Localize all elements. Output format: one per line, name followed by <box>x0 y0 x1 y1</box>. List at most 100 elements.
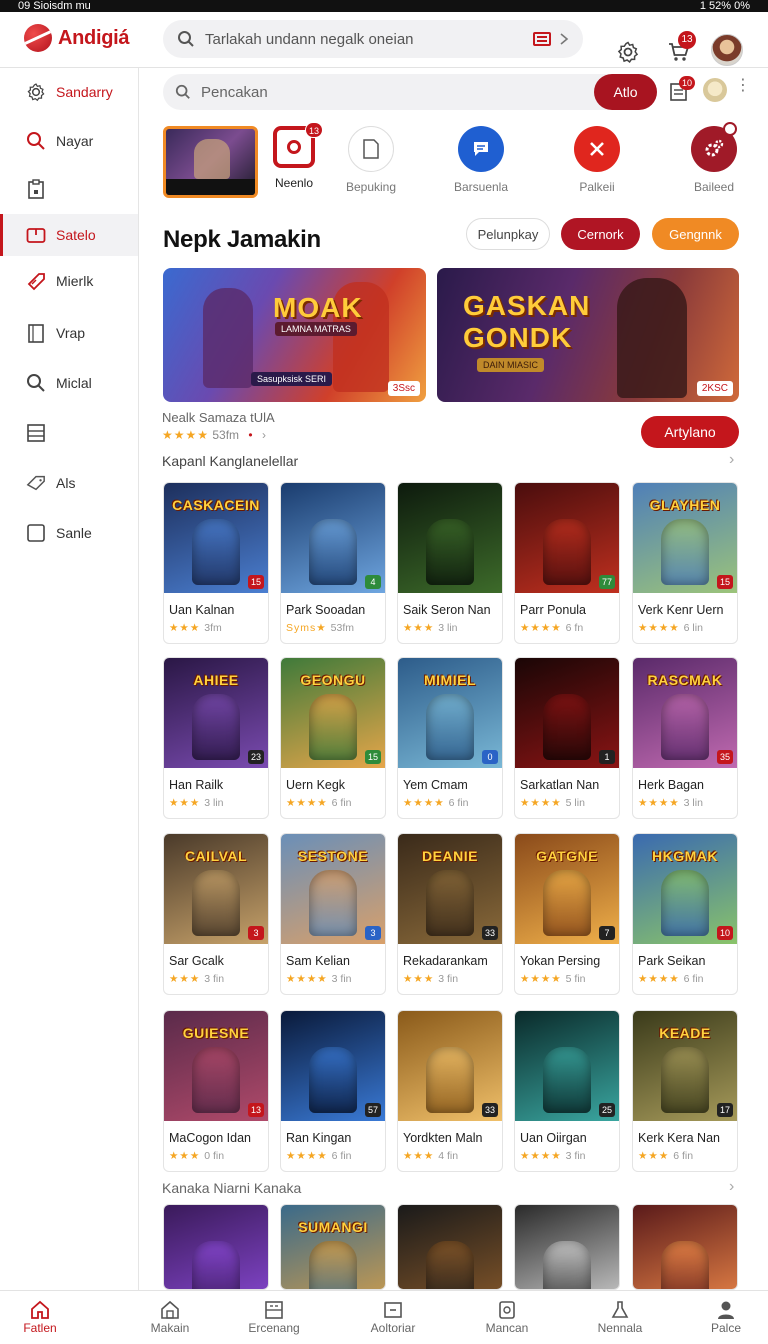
game-card[interactable]: RASCMAK 35 Herk Bagan ★★★★ 3 lin <box>632 657 738 819</box>
game-card[interactable]: CAILVAL 3 Sar Gcalk ★★★ 3 fin <box>163 833 269 995</box>
game-badge: 25 <box>599 1103 615 1117</box>
row-header-1[interactable]: Kapanl Kanglanelellar <box>162 453 298 469</box>
top-search-input[interactable]: Tarlakah undann negalk oneian <box>205 31 533 48</box>
quick-action-bepuking[interactable]: Bepuking <box>324 126 418 194</box>
game-rating: ★★★ 4 fin <box>403 1150 458 1162</box>
game-card[interactable]: 57 Ran Kingan ★★★★ 6 fin <box>280 1010 386 1172</box>
game-card[interactable]: DEANIE 33 Rekadarankam ★★★ 3 fin <box>397 833 503 995</box>
game-name: Park Sooadan <box>286 603 366 617</box>
game-name: Sam Kelian <box>286 954 350 968</box>
nav-item-aoltoriar[interactable]: Aoltoriar <box>353 1291 433 1344</box>
quick-action-label: Bepuking <box>345 180 397 194</box>
nav-item-fatlen[interactable]: Fatlen <box>0 1291 80 1344</box>
top-search-bar[interactable]: Tarlakah undann negalk oneian <box>163 20 583 58</box>
rating-meta: 6 fin <box>331 1150 352 1162</box>
profile-mini-avatar[interactable] <box>703 78 727 102</box>
game-card[interactable]: SUMANGI <box>280 1204 386 1290</box>
nav-item-makain[interactable]: Makain <box>130 1291 210 1344</box>
quick-action-palkeii[interactable]: Palkeii <box>550 126 644 194</box>
secondary-search-bar[interactable]: Pencakan <box>163 74 657 110</box>
banner-1[interactable]: MOAK LAMNA MATRAS Sasupksisk SERI 3Ssc <box>163 268 426 402</box>
game-card[interactable]: 1 Sarkatlan Nan ★★★★ 5 lin <box>514 657 620 819</box>
chevron-right-icon[interactable]: › <box>729 1178 734 1196</box>
rating-stars: ★★★★ <box>286 973 328 985</box>
game-card[interactable]: 33 Yordkten Maln ★★★ 4 fin <box>397 1010 503 1172</box>
game-cover-title: SUMANGI <box>298 1219 368 1235</box>
sidebar-item-label: Satelo <box>56 227 96 243</box>
sidebar-item-list[interactable] <box>0 412 138 454</box>
character-art <box>426 694 474 760</box>
sidebar-item-mierlk[interactable]: Mierlk <box>0 260 138 302</box>
nav-item-mancan[interactable]: Mancan <box>467 1291 547 1344</box>
filter-pill-1[interactable]: Pelunpkay <box>466 218 550 250</box>
sidebar-item-nayar[interactable]: Nayar <box>0 120 138 162</box>
chevron-right-icon[interactable]: › <box>729 451 734 469</box>
inbox-button[interactable]: 10 <box>669 76 696 107</box>
store-icon <box>130 1299 210 1321</box>
game-rating: ★★★ 3 fin <box>403 973 458 985</box>
sidebar-item-sandarry[interactable]: Sandarry <box>0 71 138 113</box>
rating-stars: ★★★ <box>403 973 435 985</box>
sidebar-item-satelo[interactable]: Satelo <box>0 214 138 256</box>
nav-item-palce[interactable]: Palce <box>686 1291 766 1344</box>
filter-pill-2[interactable]: Cernork <box>561 218 640 250</box>
sidebar-item-miclal[interactable]: Miclal <box>0 362 138 404</box>
chevron-right-icon[interactable] <box>559 32 569 46</box>
game-card[interactable] <box>632 1204 738 1290</box>
game-cover-title: KEADE <box>659 1025 711 1041</box>
cart-button[interactable]: 13 <box>664 31 696 67</box>
status-indicators: 1 52% 0% <box>699 0 750 12</box>
game-badge: 15 <box>717 575 733 589</box>
game-card[interactable]: 25 Uan Oiirgan ★★★★ 3 fin <box>514 1010 620 1172</box>
character-art <box>543 1047 591 1113</box>
app-logo[interactable]: Andigiá <box>24 24 130 52</box>
quick-action-barsuenla[interactable]: Barsuenla <box>434 126 528 194</box>
game-card[interactable] <box>397 1204 503 1290</box>
tag-icon <box>26 271 46 291</box>
featured-action-button[interactable]: Artylano <box>641 416 739 448</box>
nav-item-nennala[interactable]: Nennala <box>580 1291 660 1344</box>
game-card[interactable]: AHIEE 23 Han Railk ★★★ 3 lin <box>163 657 269 819</box>
game-card[interactable]: 77 Parr Ponula ★★★★ 6 fn <box>514 482 620 644</box>
quick-action-baileed[interactable]: Baileed <box>667 122 761 194</box>
sidebar-item-vrap[interactable]: Vrap <box>0 312 138 354</box>
game-cover-art: RASCMAK 35 <box>633 658 737 768</box>
game-card[interactable]: GUIESNE 13 MaCogon Idan ★★★ 0 fin <box>163 1010 269 1172</box>
filter-pill-3[interactable]: Gengnnk <box>652 218 739 250</box>
character-art <box>661 1241 709 1289</box>
user-avatar[interactable] <box>711 34 743 66</box>
game-cover-title: GEONGU <box>300 672 366 688</box>
game-card[interactable]: GATGNE 7 Yokan Persing ★★★★ 5 fin <box>514 833 620 995</box>
settings-button[interactable] <box>613 37 643 67</box>
chevron-right-icon[interactable]: › <box>262 428 266 442</box>
game-card[interactable]: 4 Park Sooadan Syms★ 53fm <box>280 482 386 644</box>
game-card[interactable]: MIMIEL 0 Yem Cmam ★★★★ 6 fin <box>397 657 503 819</box>
rating-meta: 0 fin <box>204 1150 225 1162</box>
secondary-search-input[interactable]: Pencakan <box>201 84 268 101</box>
banner-2[interactable]: GASKAN GONDK DAIN MIASIC 2KSC <box>437 268 739 402</box>
game-card[interactable]: CASKACEIN 15 Uan Kalnan ★★★ 3fm <box>163 482 269 644</box>
nav-item-ercenang[interactable]: Ercenang <box>234 1291 314 1344</box>
game-card[interactable]: SESTONE 3 Sam Kelian ★★★★ 3 fin <box>280 833 386 995</box>
sidebar-item-sanle[interactable]: Sanle <box>0 512 138 554</box>
game-card[interactable] <box>163 1204 269 1290</box>
game-card[interactable]: GEONGU 15 Uern Kegk ★★★★ 6 fin <box>280 657 386 819</box>
gear-icon <box>617 41 639 63</box>
game-cover-title: GATGNE <box>536 848 598 864</box>
game-card[interactable]: HKGMAK 10 Park Seikan ★★★★ 6 fin <box>632 833 738 995</box>
featured-thumbnail[interactable] <box>163 126 258 198</box>
row-header-2[interactable]: Kanaka Niarni Kanaka <box>162 1180 301 1196</box>
sidebar-item-clipboard[interactable] <box>0 168 138 210</box>
game-card[interactable]: KEADE 17 Kerk Kera Nan ★★★ 6 fin <box>632 1010 738 1172</box>
game-card[interactable]: Saik Seron Nan ★★★ 3 lin <box>397 482 503 644</box>
sidebar-item-als[interactable]: Als <box>0 462 138 504</box>
camera-icon: 13 <box>273 122 324 168</box>
sidebar-item-label: Miclal <box>56 375 92 391</box>
game-card[interactable]: GLAYHEN 15 Verk Kenr Uern ★★★★ 6 lin <box>632 482 738 644</box>
add-button[interactable]: Atlo <box>594 74 657 110</box>
game-badge: 15 <box>365 750 381 764</box>
game-card[interactable] <box>514 1204 620 1290</box>
more-vert-icon[interactable]: ⋮ <box>735 78 751 94</box>
scan-icon[interactable] <box>533 32 551 46</box>
game-badge: 77 <box>599 575 615 589</box>
